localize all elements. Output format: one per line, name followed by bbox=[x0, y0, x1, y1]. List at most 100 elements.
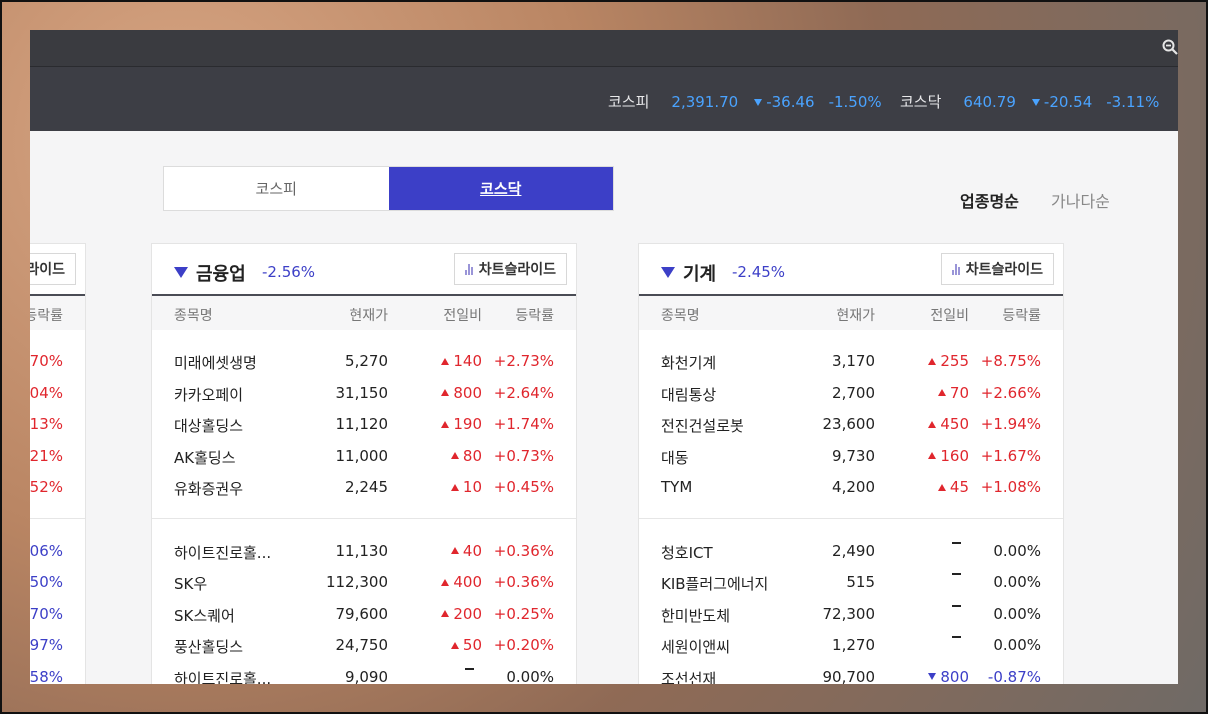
group-divider bbox=[639, 504, 1063, 536]
tab-kosdaq[interactable]: 코스닥 bbox=[388, 167, 613, 210]
stock-name[interactable]: 유화증권우 bbox=[174, 478, 243, 499]
table-row[interactable]: 1.58% bbox=[30, 662, 85, 685]
stock-change: 140 bbox=[441, 352, 482, 370]
table-row[interactable]: 0.70% bbox=[30, 599, 85, 631]
sector-name[interactable]: 금융업 bbox=[196, 260, 246, 286]
down-arrow-icon bbox=[174, 267, 188, 278]
table-row[interactable]: 청호ICT 2,490 0.00% bbox=[639, 536, 1063, 568]
zoom-out-icon[interactable] bbox=[1162, 39, 1178, 55]
table-row[interactable]: 하이트진로홀... 11,130 40 +0.36% bbox=[152, 536, 576, 568]
stock-name[interactable]: TYM bbox=[661, 478, 692, 496]
stock-name[interactable]: 미래에셋생명 bbox=[174, 352, 257, 373]
stock-change bbox=[465, 667, 482, 670]
stock-rate: -0.87% bbox=[987, 667, 1041, 685]
stock-price: 2,245 bbox=[345, 478, 388, 496]
table-row[interactable]: 8.13% bbox=[30, 409, 85, 441]
chart-slide-button[interactable]: 차트슬라이드 bbox=[940, 253, 1054, 285]
table-row[interactable]: AK홀딩스 11,000 80 +0.73% bbox=[152, 441, 576, 473]
index-kospi[interactable]: 코스피 2,391.70 -36.46 -1.50% bbox=[608, 91, 882, 112]
unchanged-dash-icon bbox=[952, 604, 961, 607]
table-row[interactable]: 2.21% bbox=[30, 441, 85, 473]
sector-panel-machinery: 기계 -2.45% 차트슬라이드 종목명 현재가 전일비 등락률 화천기계 3,170 255 +8… bbox=[638, 243, 1064, 684]
table-row[interactable]: 화천기계 3,170 255 +8.75% bbox=[639, 346, 1063, 378]
stock-change: 40 bbox=[450, 542, 482, 560]
table-row[interactable]: 0.50% bbox=[30, 567, 85, 599]
stock-change: 80 bbox=[450, 447, 482, 465]
stock-name[interactable]: 대상홀딩스 bbox=[174, 415, 243, 436]
table-row[interactable]: TYM 4,200 45 +1.08% bbox=[639, 472, 1063, 504]
stock-change bbox=[952, 541, 969, 544]
up-arrow-icon bbox=[928, 452, 937, 459]
sort-by-alpha[interactable]: 가나다순 bbox=[1051, 188, 1110, 212]
stock-list: 화천기계 3,170 255 +8.75% 대림통상 2,700 70 +2.66% 전진건설로… bbox=[639, 330, 1063, 684]
sort-by-sector[interactable]: 업종명순 bbox=[960, 188, 1019, 212]
stock-name[interactable]: 조선선재 bbox=[661, 668, 716, 685]
stock-name[interactable]: 카카오페이 bbox=[174, 384, 243, 405]
column-header: 종목명 현재가 전일비 등락률 bbox=[639, 296, 1063, 330]
table-row[interactable]: KIB플러그에너지 515 0.00% bbox=[639, 567, 1063, 599]
table-row[interactable]: 카카오페이 31,150 800 +2.64% bbox=[152, 378, 576, 410]
stock-rate: 0.00% bbox=[993, 541, 1041, 560]
table-row[interactable]: 전진건설로봇 23,600 450 +1.94% bbox=[639, 409, 1063, 441]
up-arrow-icon bbox=[450, 547, 459, 554]
stock-name[interactable]: 전진건설로봇 bbox=[661, 415, 744, 436]
table-row[interactable]: SK스퀘어 79,600 200 +0.25% bbox=[152, 599, 576, 631]
stock-rate: 0.00% bbox=[993, 636, 1041, 654]
down-arrow-icon bbox=[661, 267, 675, 278]
stock-price: 515 bbox=[846, 573, 875, 591]
table-row[interactable]: 조선선재 90,700 800 -0.87% bbox=[639, 662, 1063, 685]
stock-name[interactable]: 하이트진로홀... bbox=[174, 542, 271, 563]
stock-name[interactable]: 청호ICT bbox=[661, 542, 713, 563]
market-index-bar: 코스피 2,391.70 -36.46 -1.50% 코스닥 640.79 -2… bbox=[30, 67, 1178, 131]
stock-name[interactable]: 대동 bbox=[661, 447, 689, 468]
stock-name[interactable]: 한미반도체 bbox=[661, 605, 730, 626]
table-row[interactable]: 대상홀딩스 11,120 190 +1.74% bbox=[152, 409, 576, 441]
index-pct: -1.50% bbox=[828, 93, 882, 111]
stock-name[interactable]: KIB플러그에너지 bbox=[661, 573, 768, 594]
stock-change bbox=[952, 636, 969, 638]
col-rate: 등락률 bbox=[515, 308, 554, 324]
table-row[interactable]: 0.97% bbox=[30, 630, 85, 662]
table-row[interactable]: 한미반도체 72,300 0.00% bbox=[639, 599, 1063, 631]
unchanged-dash-icon bbox=[465, 667, 474, 670]
stock-name[interactable]: 하이트진로홀... bbox=[174, 668, 271, 685]
chart-slide-button[interactable]: 차트슬라이드 bbox=[453, 253, 567, 285]
bar-chart-icon bbox=[951, 263, 960, 275]
table-row[interactable]: 미래에셋생명 5,270 140 +2.73% bbox=[152, 346, 576, 378]
chart-slide-button[interactable]: 라이드 bbox=[30, 253, 76, 285]
stock-name[interactable]: 화천기계 bbox=[661, 352, 716, 373]
stock-price: 11,000 bbox=[335, 446, 389, 465]
tab-kospi[interactable]: 코스피 bbox=[164, 167, 389, 210]
group-divider bbox=[152, 504, 576, 536]
stock-price: 2,700 bbox=[832, 383, 875, 402]
table-row[interactable]: 풍산홀딩스 24,750 50 +0.20% bbox=[152, 630, 576, 662]
index-kosdaq[interactable]: 코스닥 640.79 -20.54 -3.11% bbox=[900, 91, 1159, 112]
stock-rate: 0.97% bbox=[30, 636, 63, 654]
table-row[interactable]: 하이트진로홀... 9,090 0.00% bbox=[152, 662, 576, 685]
unchanged-dash-icon bbox=[952, 541, 961, 544]
table-row[interactable]: 대동 9,730 160 +1.67% bbox=[639, 441, 1063, 473]
panel-header: 금융업 -2.56% 차트슬라이드 bbox=[152, 244, 576, 296]
table-row[interactable]: 1.52% bbox=[30, 472, 85, 504]
stock-name[interactable]: 대림통상 bbox=[661, 384, 716, 405]
stock-name[interactable]: 풍산홀딩스 bbox=[174, 636, 243, 657]
table-row[interactable]: SK우 112,300 400 +0.36% bbox=[152, 567, 576, 599]
table-row[interactable]: 대림통상 2,700 70 +2.66% bbox=[639, 378, 1063, 410]
stock-name[interactable]: SK우 bbox=[174, 573, 207, 594]
stock-name[interactable]: SK스퀘어 bbox=[174, 605, 235, 626]
table-row[interactable]: 0.06% bbox=[30, 536, 85, 568]
table-row[interactable]: 3.04% bbox=[30, 378, 85, 410]
down-arrow-icon bbox=[1031, 99, 1040, 106]
table-row[interactable]: 세원이앤씨 1,270 0.00% bbox=[639, 630, 1063, 662]
stock-rate: 0.70% bbox=[30, 604, 63, 623]
stock-rate: +8.75% bbox=[980, 352, 1041, 370]
stock-name[interactable]: 세원이앤씨 bbox=[661, 636, 730, 657]
sector-name[interactable]: 기계 bbox=[683, 260, 716, 286]
table-row[interactable]: 유화증권우 2,245 10 +0.45% bbox=[152, 472, 576, 504]
up-arrow-icon bbox=[450, 483, 459, 491]
table-row[interactable]: 3.70% bbox=[30, 346, 85, 378]
up-arrow-icon bbox=[441, 389, 450, 396]
stock-name[interactable]: AK홀딩스 bbox=[174, 447, 236, 468]
index-value: 640.79 bbox=[963, 93, 1016, 111]
stock-price: 31,150 bbox=[335, 383, 389, 402]
